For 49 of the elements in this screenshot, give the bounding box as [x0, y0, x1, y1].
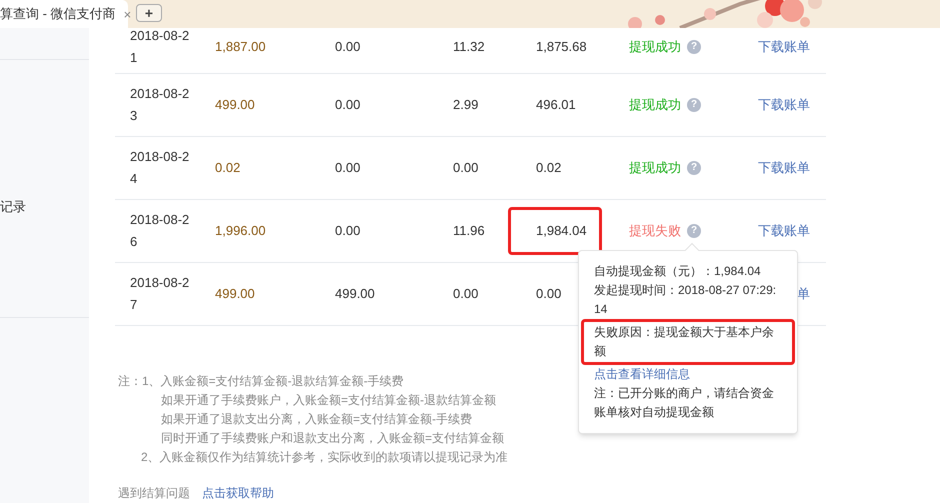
note-text: 2、入账金额仅作为结算统计参考，实际收到的款项请以提现记录为准 — [140, 449, 508, 466]
table-cell-text: 0.00 — [453, 159, 480, 178]
table-cell-text: 11.32 — [453, 38, 486, 56]
table-cell-text: 1,996.00 — [215, 222, 267, 240]
tab-title: 算查询 - 微信支付商 — [0, 5, 116, 24]
download-link[interactable]: 单 — [797, 284, 810, 304]
table-cell-text: 11.96 — [453, 222, 486, 240]
table-cell-text: 0.00 — [335, 96, 362, 114]
new-tab-button[interactable]: + — [136, 4, 162, 22]
table-cell-text: 2018-08-23 — [130, 85, 190, 125]
table-cell-text: 0.00 — [453, 285, 480, 304]
note-text: 注：1、入账金额=支付结算金额-退款结算金额-手续费 — [117, 373, 404, 390]
browser-tab[interactable]: 算查询 - 微信支付商 × — [0, 0, 128, 28]
download-link[interactable]: 下载账单 — [758, 95, 810, 115]
table-cell-text: 2018-08-26 — [130, 211, 190, 251]
table-cell-text: 0.00 — [536, 285, 562, 304]
table-cell-text: 0.02 — [215, 159, 242, 178]
table-cell-text: 2.99 — [453, 96, 480, 114]
tooltip-text: 发起提现时间：2018-08-27 07:29:14 — [594, 282, 778, 318]
note-text: 同时开通了手续费账户和退款支出分离，入账金额=支付结算金额 — [160, 430, 504, 447]
table-cell-text: 499.00 — [215, 285, 256, 304]
table-cell-text: 1,887.00 — [215, 38, 267, 56]
tooltip-text: 自动提现金额（元）：1,984.04 — [594, 263, 762, 280]
table-cell-text: 0.00 — [335, 222, 362, 240]
details-link[interactable]: 点击查看详细信息 — [594, 365, 782, 384]
table-cell-text: 0.02 — [536, 159, 562, 178]
table-cell-text: 1,875.68 — [536, 38, 587, 56]
table-cell-text: 2018-08-27 — [130, 274, 190, 314]
table-cell-text: 2018-08-21 — [130, 28, 190, 66]
help-text: 遇到结算问题 — [117, 486, 190, 500]
status-text: 提现失败 — [629, 222, 681, 240]
status-text: 提现成功 — [629, 159, 681, 178]
download-link[interactable]: 下载账单 — [758, 158, 810, 178]
table-cell-text: 0.00 — [335, 38, 362, 56]
tooltip-text: 失败原因：提现金额大于基本户余额 — [581, 319, 795, 365]
download-link[interactable]: 下载账单 — [758, 221, 810, 241]
table-cell-text: 0.00 — [335, 159, 362, 178]
table-cell-text: 499.00 — [215, 96, 256, 114]
sidebar-item[interactable]: 记录 — [0, 197, 89, 216]
help-link[interactable]: 点击获取帮助 — [202, 486, 274, 500]
table-cell-text: 499.00 — [335, 285, 376, 304]
table-cell-text: 2018-08-24 — [130, 148, 190, 188]
tooltip-text: 注：已开分账的商户，请结合资金账单核对自动提现金额 — [594, 385, 775, 421]
status-text: 提现成功 — [629, 38, 681, 56]
download-link[interactable]: 下载账单 — [758, 36, 810, 56]
table-cell-text: 496.01 — [536, 96, 576, 114]
status-text: 提现成功 — [629, 96, 681, 114]
note-text: 如果开通了手续费账户，入账金额=支付结算金额-退款结算金额 — [160, 392, 496, 409]
note-text: 如果开通了退款支出分离，入账金额=支付结算金额-手续费 — [160, 411, 472, 428]
